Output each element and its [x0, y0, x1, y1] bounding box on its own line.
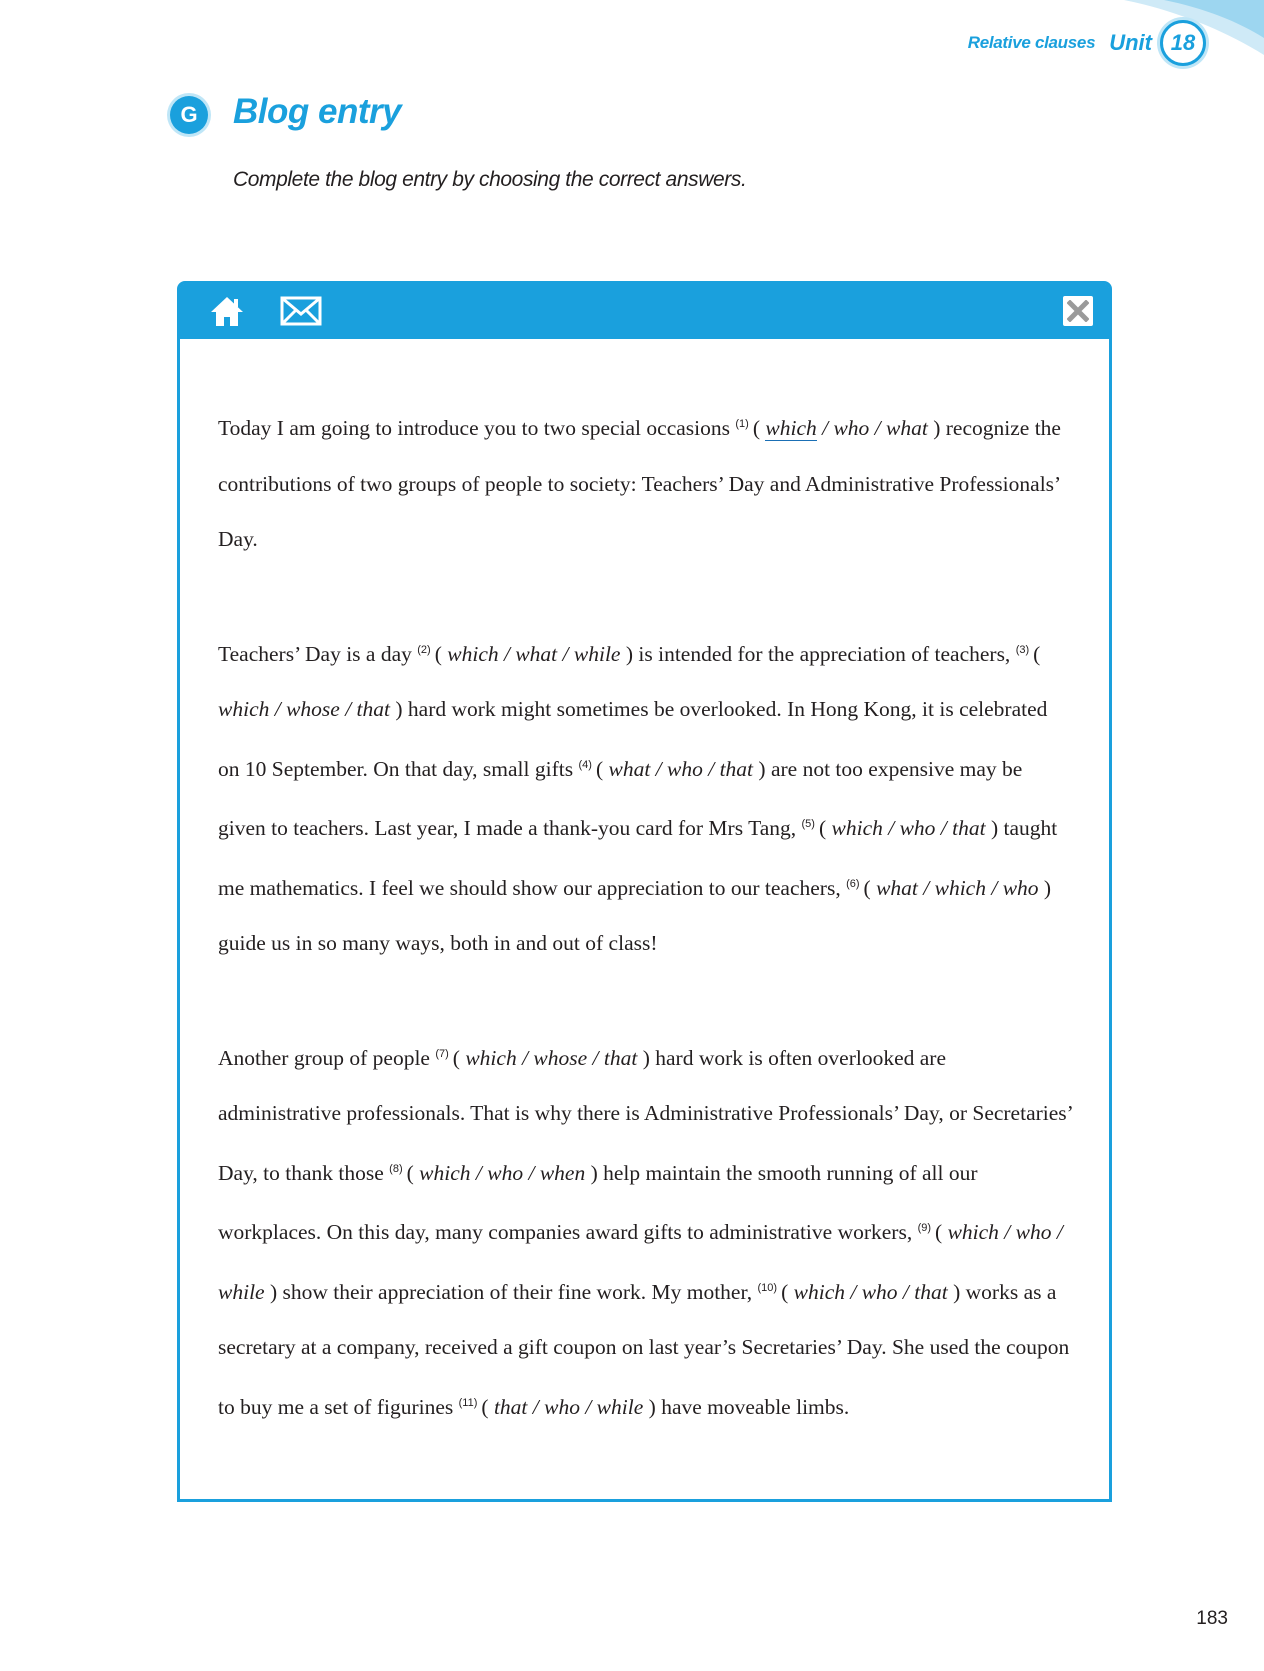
blog-text: have moveable limbs.	[655, 1394, 850, 1419]
question-number: (11)	[458, 1396, 478, 1409]
blog-text: Another group of people	[218, 1045, 436, 1070]
answer-options-5[interactable]: which / who / that	[826, 816, 991, 840]
blog-body: Today I am going to introduce you to two…	[180, 339, 1109, 1435]
answer-options-10[interactable]: which / who / that	[788, 1280, 953, 1304]
unit-label: Unit	[1109, 30, 1152, 55]
blog-text: Teachers’ Day is a day	[218, 641, 418, 666]
question-number: (5)	[801, 818, 815, 830]
blog-paragraph-1: Today I am going to introduce you to two…	[218, 416, 1061, 551]
question-number: (10)	[757, 1281, 778, 1294]
section-letter-badge: G	[170, 96, 208, 134]
question-number: (7)	[435, 1047, 449, 1060]
question-number: (4)	[578, 758, 592, 771]
blog-window: Today I am going to introduce you to two…	[177, 281, 1112, 1502]
answer-options-2[interactable]: which / what / while	[442, 642, 626, 666]
home-icon[interactable]	[208, 294, 246, 328]
blog-text: show their appreciation of their fine wo…	[277, 1279, 758, 1304]
answer-options-1[interactable]: which / who / what	[765, 416, 928, 441]
answer-options-8[interactable]: which / who / when	[414, 1161, 591, 1185]
mail-icon[interactable]	[280, 294, 322, 328]
unit-topic: Relative clauses	[967, 33, 1096, 52]
answer-options-7[interactable]: which / whose / that	[460, 1046, 643, 1070]
question-number: (3)	[1015, 643, 1030, 656]
answer-options-3[interactable]: which / whose / that	[218, 697, 395, 721]
answer-options-11[interactable]: that / who / while	[489, 1395, 649, 1419]
blog-paragraph-3: Another group of people (7)( which / who…	[218, 1045, 1073, 1419]
blog-toolbar	[180, 284, 1109, 339]
question-number: (9)	[917, 1222, 932, 1234]
close-icon	[1067, 300, 1089, 322]
blog-text: Today I am going to introduce you to two…	[218, 416, 736, 440]
answer-options-6[interactable]: what / which / who	[871, 876, 1044, 900]
question-number: (8)	[389, 1162, 403, 1175]
unit-header: Relative clauses Unit 18	[968, 20, 1206, 66]
close-button[interactable]	[1063, 296, 1093, 326]
page-number: 183	[1196, 1608, 1228, 1629]
instruction-text: Complete the blog entry by choosing the …	[233, 168, 747, 191]
answer-options-4[interactable]: what / who / that	[603, 757, 758, 781]
section-title: Blog entry	[233, 92, 402, 131]
selected-answer: which	[765, 416, 817, 441]
question-number: (2)	[417, 643, 431, 656]
unit-number-badge: 18	[1160, 20, 1206, 66]
blog-text: guide us in so many ways, both in and ou…	[218, 931, 658, 955]
blog-text: is intended for the appreciation of teac…	[633, 641, 1016, 666]
question-number: (1)	[735, 418, 749, 430]
blog-paragraph-2: Teachers’ Day is a day (2)( which / what…	[218, 641, 1058, 956]
question-number: (6)	[846, 877, 860, 890]
